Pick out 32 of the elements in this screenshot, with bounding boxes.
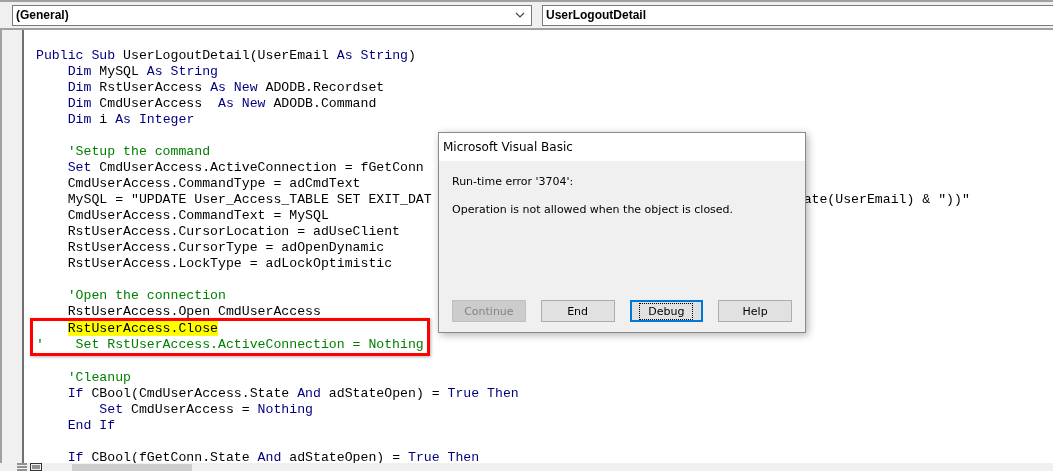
error-message: Operation is not allowed when the object is closed. — [452, 203, 734, 216]
code-line: If CBool(CmdUserAccess.State And adStateOpen) = True Then — [66, 386, 519, 402]
code-line: 'Open the connection — [66, 288, 226, 304]
module-view-icon[interactable] — [30, 463, 42, 471]
procedure-dropdown[interactable]: UserLogoutDetail — [542, 4, 1053, 26]
code-line: ate(UserEmail) & "))" — [803, 192, 970, 208]
chevron-down-icon — [515, 12, 525, 18]
code-line: RstUserAccess.LockType = adLockOptimistic — [66, 256, 393, 272]
code-line: Public Sub UserLogoutDetail(UserEmail As String) — [36, 48, 416, 64]
error-code: Run-time error '3704': — [452, 175, 574, 188]
code-line: 'Setup the command — [66, 144, 211, 160]
code-line: Set CmdUserAccess.ActiveConnection = fGetConn — [66, 160, 424, 176]
code-line: Dim i As Integer — [66, 112, 195, 128]
dialog-button[interactable]: End — [540, 300, 615, 322]
code-line: 'Cleanup — [66, 370, 131, 386]
code-line: ' Set RstUserAccess.ActiveConnection = Nothing — [36, 337, 424, 353]
code-line: CmdUserAccess.CommandType = adCmdText — [66, 176, 361, 192]
code-line: Dim MySQL As String — [66, 64, 219, 80]
object-dropdown[interactable]: (General) — [12, 4, 532, 26]
code-line: If CBool(fGetConn.State And adStateOpen) = True Then — [66, 450, 480, 463]
code-line: Dim CmdUserAccess As New ADODB.Command — [66, 96, 377, 112]
dialog-title: Microsoft Visual Basic — [439, 133, 805, 161]
code-line: Set CmdUserAccess = Nothing — [98, 402, 313, 418]
code-line: Dim RstUserAccess As New ADODB.Recordset — [66, 80, 385, 96]
code-line: RstUserAccess.Open CmdUserAccess — [66, 304, 321, 320]
code-line: RstUserAccess.CursorType = adOpenDynamic — [66, 240, 385, 256]
code-line: CmdUserAccess.CommandText = MySQL — [66, 208, 329, 224]
code-line: End If — [66, 418, 116, 434]
dialog-button[interactable]: Help — [718, 300, 792, 322]
code-line: RstUserAccess.CursorLocation = adUseClient — [66, 224, 401, 240]
dialog-button[interactable]: Debug — [629, 300, 704, 322]
code-line: MySQL = "UPDATE User_Access_TABLE SET EXIT_DAT — [66, 192, 432, 208]
